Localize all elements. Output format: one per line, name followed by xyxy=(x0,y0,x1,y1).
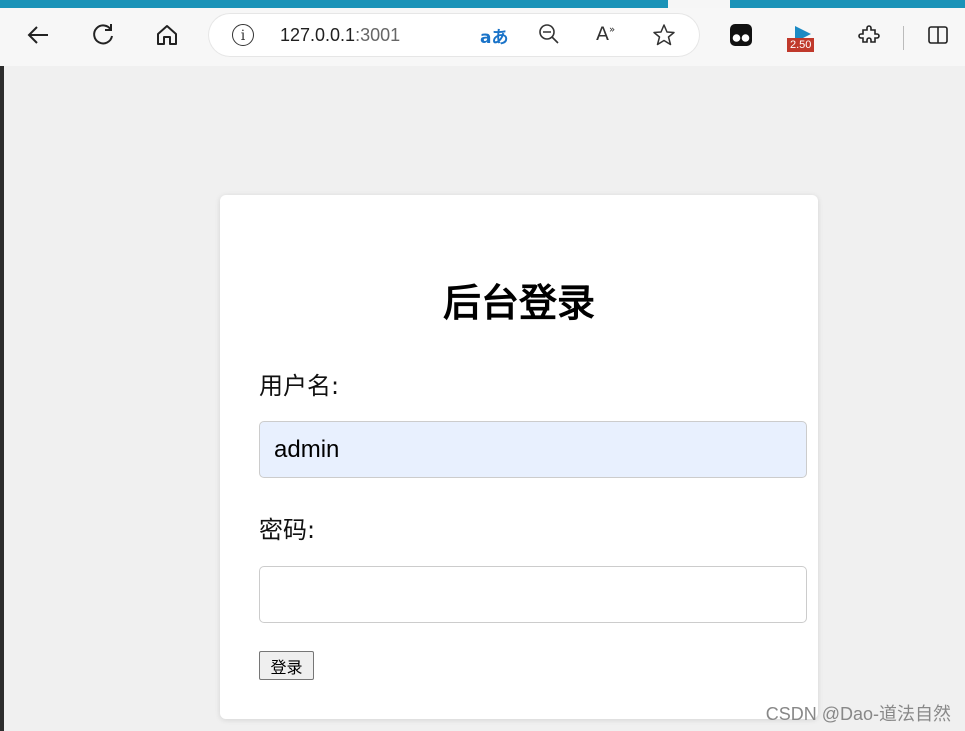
password-label: 密码: xyxy=(259,516,316,544)
reload-button[interactable] xyxy=(86,18,120,52)
url-text[interactable]: 127.0.0.1:3001 xyxy=(280,25,400,46)
split-screen-icon xyxy=(928,26,948,44)
split-screen-button[interactable] xyxy=(921,18,955,52)
login-button[interactable]: 登录 xyxy=(259,651,314,680)
extension-badge: 2.50 xyxy=(787,38,815,52)
address-bar[interactable]: i 127.0.0.1:3001 aあ A» xyxy=(208,13,700,57)
username-label: 用户名: xyxy=(259,372,340,400)
tab-indicator[interactable] xyxy=(730,0,965,8)
login-title: 后台登录 xyxy=(442,281,595,325)
active-tab-indicator[interactable] xyxy=(0,0,668,8)
tampermonkey-icon xyxy=(730,24,752,46)
url-port: :3001 xyxy=(355,25,401,45)
toolbar-divider xyxy=(903,26,904,50)
info-icon[interactable]: i xyxy=(232,24,254,46)
password-input[interactable] xyxy=(259,566,807,623)
favorite-star-icon[interactable] xyxy=(652,23,676,52)
back-button[interactable] xyxy=(22,18,56,52)
browser-toolbar: i 127.0.0.1:3001 aあ A» 2.50 xyxy=(0,8,965,66)
star-icon xyxy=(653,24,675,46)
read-aloud-icon[interactable]: A» xyxy=(596,23,615,45)
watermark: CSDN @Dao-道法自然 xyxy=(765,704,951,724)
extensions-button[interactable] xyxy=(852,18,886,52)
translate-icon[interactable]: aあ xyxy=(480,23,508,48)
arrow-left-icon xyxy=(27,26,48,44)
url-host: 127.0.0.1 xyxy=(280,25,356,45)
home-button[interactable] xyxy=(150,18,184,52)
home-icon xyxy=(157,25,177,45)
reload-icon xyxy=(93,24,113,45)
window-edge xyxy=(0,66,4,731)
username-input[interactable] xyxy=(259,421,807,478)
magnifier-icon xyxy=(539,24,559,44)
tampermonkey-extension-button[interactable] xyxy=(724,18,758,52)
zoom-out-icon[interactable] xyxy=(538,23,560,50)
puzzle-icon xyxy=(858,25,880,43)
